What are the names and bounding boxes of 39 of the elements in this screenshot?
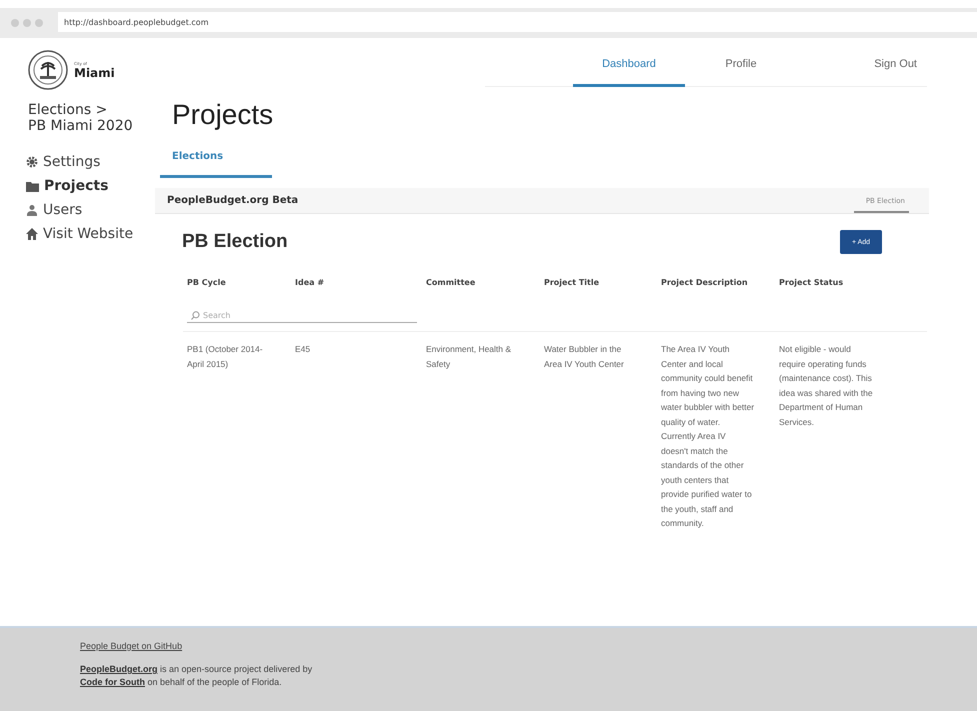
city-seal-icon [28,50,68,90]
about-text: PeopleBudget.org is an open-source project delivered by Code for South on behalf of the people of Florida. [80,663,314,689]
nav-link[interactable]: Profile [685,52,797,87]
nav-link[interactable]: Dashboard [573,52,685,87]
column-header: Idea # [295,278,326,287]
table-cell-text: Not eligible - would require operating funds (maintenance cost). This idea was shared with the Department of Human Services. [779,343,874,428]
table-cell-text: PB1 (October 2014-April 2015) [187,343,264,371]
section-title: PB Election [182,231,288,253]
table-cell-text: Environment, Health & Safety [426,343,512,371]
search-field[interactable]: Search [203,311,403,320]
sidebar-item[interactable]: Projects [26,178,155,194]
user-icon [26,204,38,216]
breadcrumb-link[interactable]: PB Miami 2020 [28,118,155,134]
nav-link[interactable]: Sign Out [797,52,927,87]
search-icon [191,311,200,320]
address-bar[interactable]: http://dashboard.peoplebudget.com [58,12,977,32]
column-header: Project Title [544,278,600,287]
window-controls-icon[interactable] [10,18,44,28]
breadcrumb-link[interactable]: Elections > [28,102,155,118]
sidebar-item[interactable]: Visit Website [26,226,155,242]
sidebar-item[interactable]: Settings [26,154,155,170]
organization-link[interactable]: Code for South [80,677,145,687]
table-cell-text: The Area IV Youth Center and local community could benefit from having two new water bubbler with better quality of water. Currently Area IV doesn't match the standards of the other youth centers that provide purified water to the youth, staff and community. [661,343,756,530]
subheader-title: PeopleBudget.org Beta [167,195,298,206]
folder-icon [26,180,39,192]
table-cell-text: E45 [295,343,312,356]
logo-name: Miami [74,66,115,80]
column-header: Committee [426,278,476,287]
site-link[interactable]: PeopleBudget.org [80,664,158,674]
column-header: PB Cycle [187,278,227,287]
column-header: Project Status [779,278,844,287]
github-link[interactable]: People Budget on GitHub [80,641,182,651]
home-icon [26,228,38,240]
gear-icon [26,156,38,168]
column-header: Project Description [661,278,749,287]
table-cell-text: Water Bubbler in the Area IV Youth Center [544,343,625,370]
tab[interactable]: Elections [160,143,272,178]
sidebar-item[interactable]: Users [26,202,155,218]
page-title: Projects [172,99,274,131]
